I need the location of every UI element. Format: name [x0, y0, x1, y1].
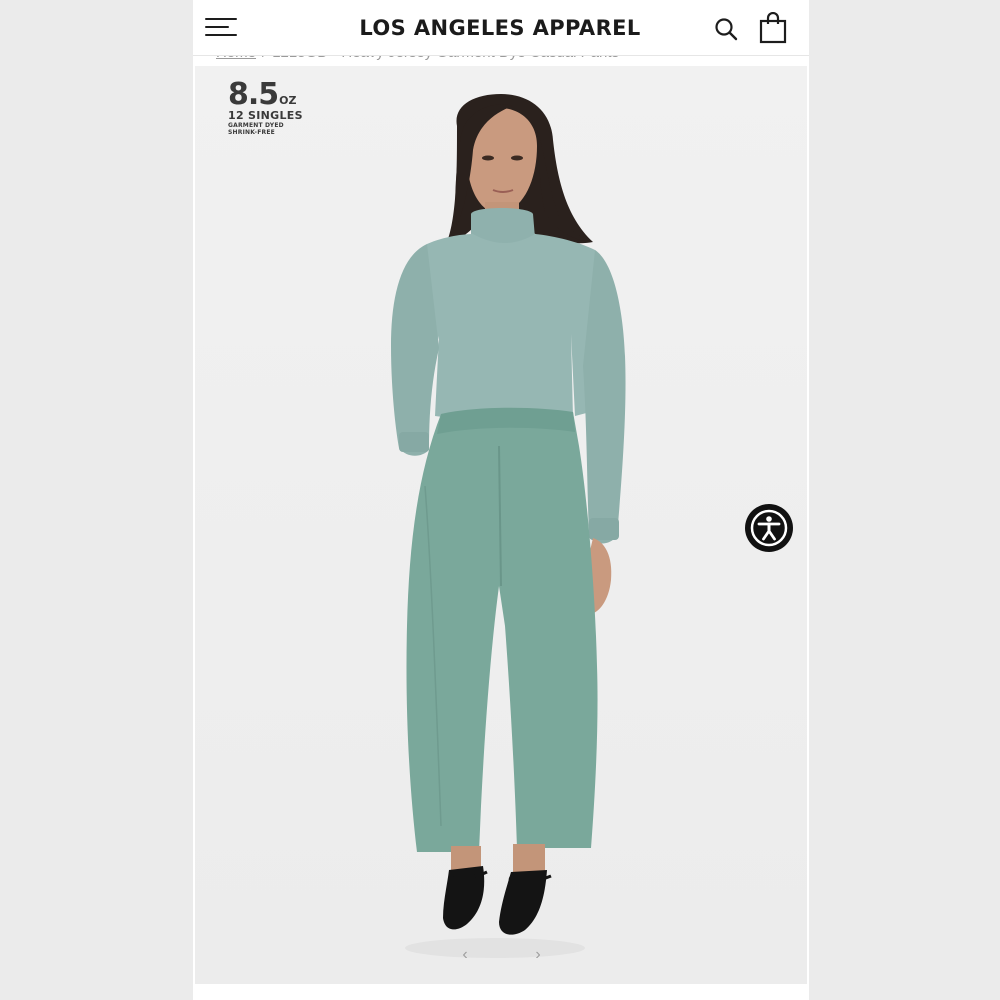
- model-photo: [391, 94, 626, 958]
- brand-logo[interactable]: LOS ANGELES APPAREL: [315, 14, 685, 42]
- fabric-weight-badge: 8.5OZ 12 SINGLES GARMENT DYED SHRINK-FRE…: [228, 80, 328, 140]
- carousel-next-button[interactable]: ›: [530, 946, 546, 964]
- mobile-page: LOS ANGELES APPAREL Home/1215GD - Heavy …: [193, 0, 809, 1000]
- accessibility-button[interactable]: [745, 504, 793, 552]
- weight-value: 8.5: [228, 77, 279, 112]
- search-icon[interactable]: [713, 16, 739, 42]
- garment-dyed-label: GARMENT DYED: [228, 122, 284, 129]
- product-image[interactable]: 8.5OZ 12 SINGLES GARMENT DYED SHRINK-FRE…: [195, 66, 807, 984]
- shopping-bag-icon[interactable]: [758, 12, 788, 44]
- weight-unit: OZ: [279, 94, 297, 107]
- menu-icon[interactable]: [205, 17, 237, 37]
- shrink-free-label: SHRINK-FREE: [228, 129, 275, 136]
- carousel-prev-button[interactable]: ‹: [457, 946, 473, 964]
- site-header: LOS ANGELES APPAREL: [193, 0, 809, 56]
- accessibility-icon: [750, 509, 788, 547]
- singles-label: 12 SINGLES: [228, 109, 303, 122]
